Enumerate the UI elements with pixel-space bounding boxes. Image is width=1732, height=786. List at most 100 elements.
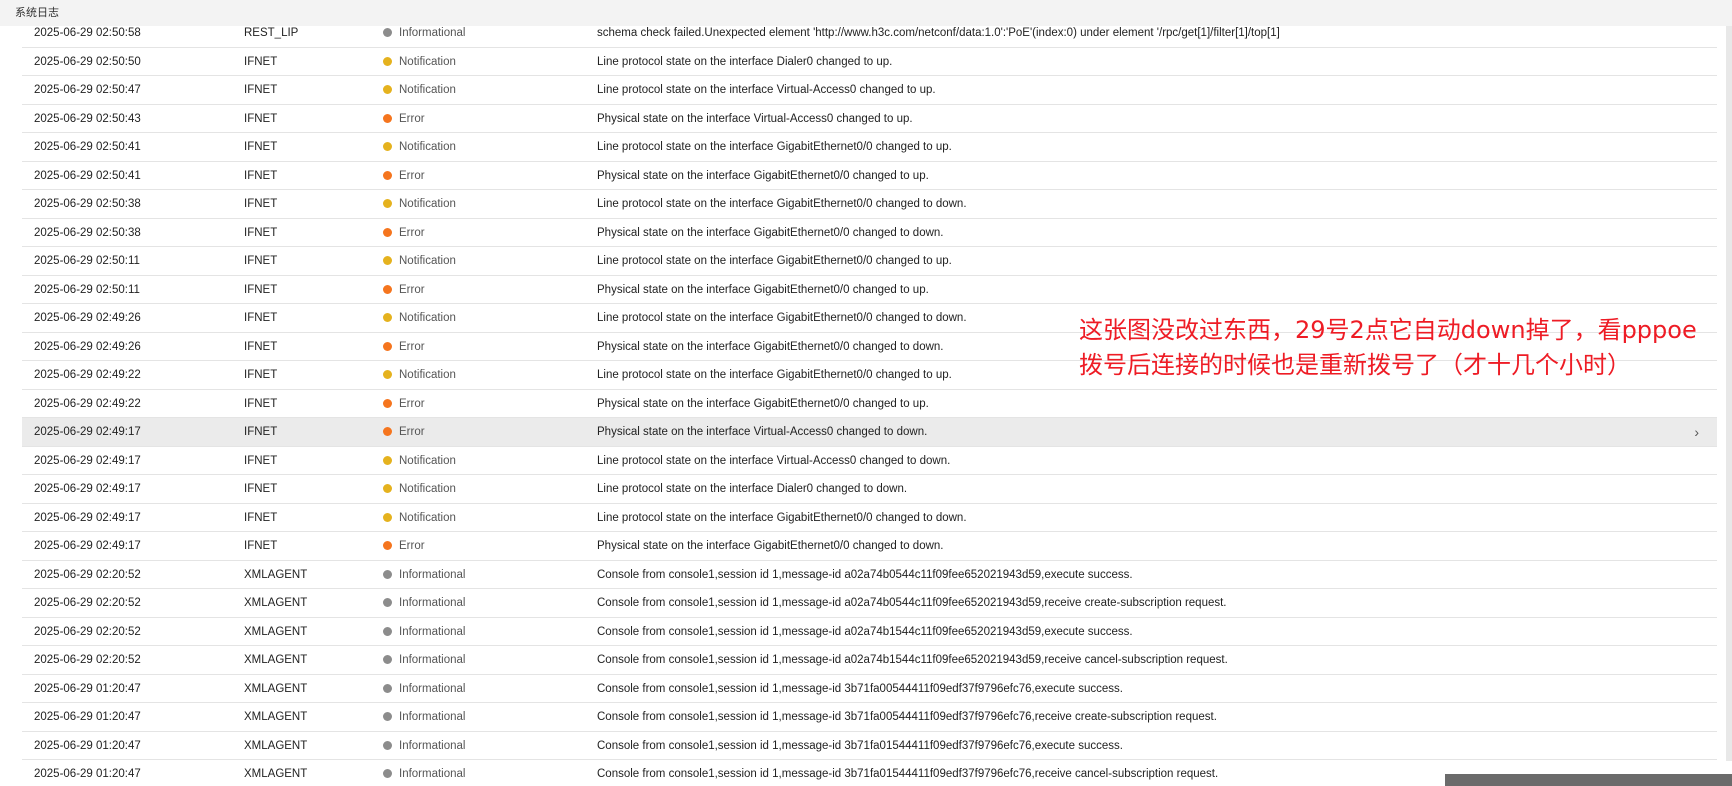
red-annotation-note: 这张图没改过东西，29号2点它自动down掉了，看pppoe拨号后连接的时候也是…: [1079, 316, 1697, 379]
level-dot-icon: [383, 541, 392, 550]
log-time: 2025-06-29 02:49:17: [34, 483, 141, 495]
log-level: Informational: [383, 703, 465, 731]
log-time: 2025-06-29 02:50:41: [34, 141, 141, 153]
log-time: 2025-06-29 02:50:38: [34, 226, 141, 239]
log-time: 2025-06-29 02:20:52: [34, 625, 141, 638]
level-dot-icon: [383, 427, 392, 436]
log-time: 2025-06-29 01:20:47: [34, 682, 141, 695]
log-time: 2025-06-29 02:50:38: [34, 198, 141, 210]
log-module: IFNET: [244, 340, 278, 353]
log-row[interactable]: 2025-06-29 02:50:41 IFNET Notification Line…: [22, 133, 1717, 162]
log-row[interactable]: 2025-06-29 01:20:47 XMLAGENT Informational…: [22, 675, 1717, 703]
log-module: IFNET: [244, 112, 278, 125]
level-dot-icon: [383, 199, 392, 208]
log-row[interactable]: 2025-06-29 01:20:47 XMLAGENT Informational…: [22, 732, 1717, 760]
log-row[interactable]: 2025-06-29 02:49:17 IFNET Notification Line…: [22, 504, 1717, 532]
log-time: 2025-06-29 01:20:47: [34, 711, 141, 723]
log-level: Notification: [383, 447, 456, 475]
log-time: 2025-06-29 02:49:17: [34, 454, 141, 467]
level-dot-icon: [383, 28, 392, 37]
log-row[interactable]: 2025-06-29 02:50:38 IFNET Error Physical st…: [22, 219, 1717, 247]
log-time: 2025-06-29 02:50:41: [34, 169, 141, 182]
log-level-label: Error: [399, 397, 425, 410]
log-row[interactable]: 2025-06-29 02:49:17 IFNET Notification Line…: [22, 475, 1717, 504]
log-level: Error: [383, 276, 425, 304]
log-message: Line protocol state on the interface Gig…: [597, 511, 967, 524]
log-row[interactable]: 2025-06-29 02:50:11 IFNET Notification Line…: [22, 247, 1717, 276]
log-module: XMLAGENT: [244, 711, 308, 723]
log-row[interactable]: 2025-06-29 02:49:17 IFNET Notification Line…: [22, 447, 1717, 475]
level-dot-icon: [383, 85, 392, 94]
log-level-label: Informational: [399, 654, 466, 666]
log-module: IFNET: [244, 84, 278, 96]
log-row[interactable]: 2025-06-29 02:50:43 IFNET Error Physical st…: [22, 105, 1717, 133]
log-level-label: Notification: [399, 483, 456, 495]
log-level: Notification: [383, 504, 456, 532]
log-level: Notification: [383, 304, 456, 332]
chevron-right-icon[interactable]: ›: [1694, 418, 1699, 446]
log-row[interactable]: 2025-06-29 02:20:52 XMLAGENT Informational…: [22, 646, 1717, 675]
log-row[interactable]: 2025-06-29 02:50:41 IFNET Error Physical st…: [22, 162, 1717, 190]
log-level: Informational: [383, 732, 465, 760]
log-time: 2025-06-29 01:20:47: [34, 768, 141, 780]
log-table: 2025-06-29 02:50:58 REST_LIP Informational…: [22, 19, 1717, 786]
log-module: IFNET: [244, 369, 278, 381]
level-dot-icon: [383, 398, 392, 408]
log-message: Physical state on the interface Virtual-…: [597, 112, 913, 125]
level-dot-icon: [383, 256, 392, 265]
log-module: IFNET: [244, 511, 278, 524]
log-level-label: Error: [399, 226, 425, 239]
level-dot-icon: [383, 769, 392, 778]
level-dot-icon: [383, 56, 392, 66]
log-level: Error: [383, 390, 425, 418]
log-level-label: Error: [399, 340, 425, 353]
log-module: IFNET: [244, 255, 278, 267]
log-level-label: Error: [399, 540, 425, 552]
log-row[interactable]: 2025-06-29 02:49:17 IFNET Error Physical st…: [22, 418, 1717, 447]
level-dot-icon: [383, 313, 392, 322]
level-dot-icon: [383, 284, 392, 294]
log-message: Line protocol state on the interface Dia…: [597, 483, 908, 495]
level-dot-icon: [383, 113, 392, 123]
log-level: Informational: [383, 589, 465, 617]
level-dot-icon: [383, 142, 392, 151]
log-message: Physical state on the interface GigabitE…: [597, 540, 944, 552]
level-dot-icon: [383, 598, 392, 607]
log-message: Console from console1,session id 1,messa…: [597, 711, 1217, 723]
log-level-label: Informational: [399, 597, 466, 609]
log-time: 2025-06-29 02:49:26: [34, 340, 141, 353]
log-row[interactable]: 2025-06-29 02:20:52 XMLAGENT Informational…: [22, 618, 1717, 646]
log-message: Physical state on the interface GigabitE…: [597, 397, 929, 410]
log-row[interactable]: 2025-06-29 02:50:50 IFNET Notification Line…: [22, 48, 1717, 76]
log-row[interactable]: 2025-06-29 02:49:17 IFNET Error Physical st…: [22, 532, 1717, 561]
log-row[interactable]: 2025-06-29 01:20:47 XMLAGENT Informational…: [22, 703, 1717, 732]
log-module: XMLAGENT: [244, 625, 308, 638]
log-level: Informational: [383, 561, 465, 589]
log-time: 2025-06-29 02:49:22: [34, 397, 141, 410]
log-level: Error: [383, 219, 425, 247]
log-row[interactable]: 2025-06-29 02:50:11 IFNET Error Physical st…: [22, 276, 1717, 304]
log-row[interactable]: 2025-06-29 02:20:52 XMLAGENT Informational…: [22, 589, 1717, 618]
log-row[interactable]: 2025-06-29 02:49:22 IFNET Error Physical st…: [22, 390, 1717, 418]
log-level-label: Error: [399, 426, 425, 438]
log-level: Informational: [383, 618, 465, 646]
log-message: Console from console1,session id 1,messa…: [597, 625, 1133, 638]
log-message: Physical state on the interface GigabitE…: [597, 226, 944, 239]
level-dot-icon: [383, 512, 392, 522]
level-dot-icon: [383, 740, 392, 750]
level-dot-icon: [383, 569, 392, 579]
log-row[interactable]: 2025-06-29 02:50:47 IFNET Notification Line…: [22, 76, 1717, 105]
log-time: 2025-06-29 02:50:50: [34, 55, 141, 68]
log-level-label: Informational: [399, 768, 466, 780]
log-level-label: Informational: [399, 682, 466, 695]
log-row[interactable]: 2025-06-29 02:50:38 IFNET Notification Line…: [22, 190, 1717, 219]
log-time: 2025-06-29 01:20:47: [34, 739, 141, 752]
log-time: 2025-06-29 02:20:52: [34, 654, 141, 666]
log-time: 2025-06-29 02:20:52: [34, 568, 141, 581]
vertical-scrollbar[interactable]: [1726, 26, 1732, 761]
level-dot-icon: [383, 655, 392, 664]
log-level: Notification: [383, 190, 456, 218]
log-row[interactable]: 2025-06-29 02:20:52 XMLAGENT Informational…: [22, 561, 1717, 589]
log-message: Line protocol state on the interface Gig…: [597, 369, 952, 381]
log-module: IFNET: [244, 397, 278, 410]
